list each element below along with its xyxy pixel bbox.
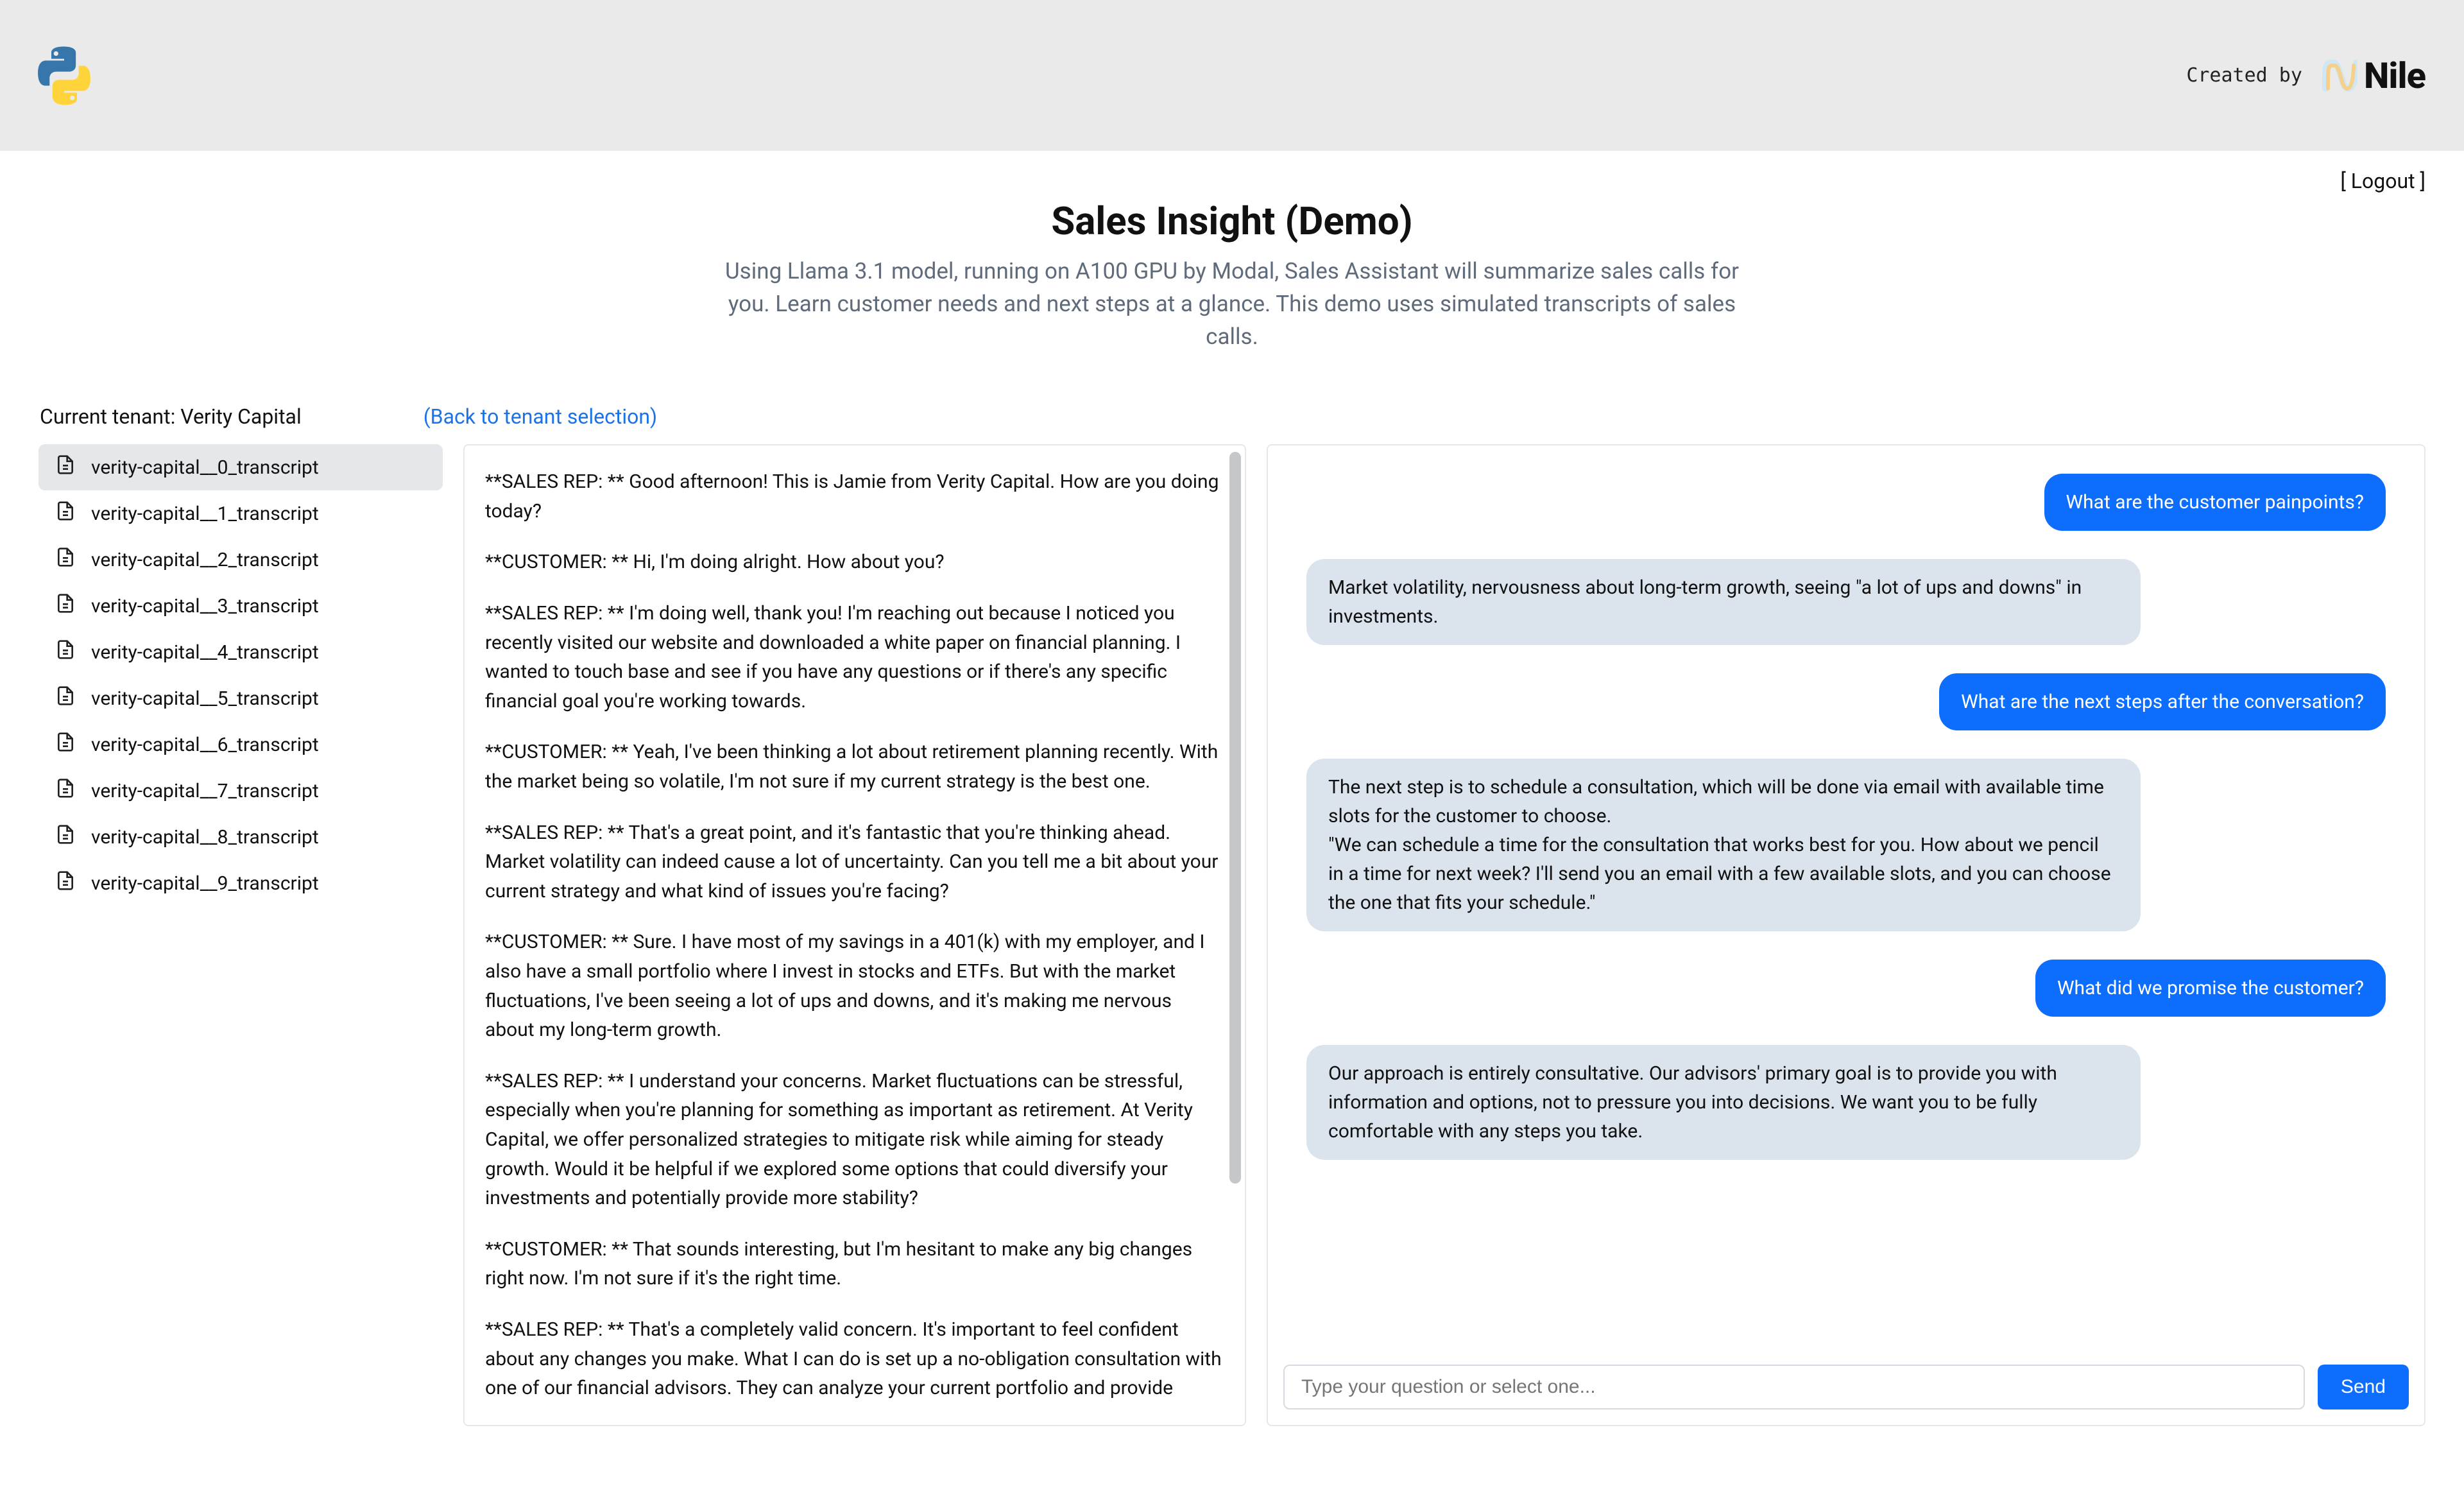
title-block: Sales Insight (Demo) Using Llama 3.1 mod… — [38, 198, 2426, 353]
page-title: Sales Insight (Demo) — [38, 198, 2426, 244]
sidebar-item-transcript[interactable]: verity-capital__0_transcript — [38, 444, 443, 490]
logout-link[interactable]: [ Logout ] — [2340, 169, 2426, 193]
document-icon — [55, 454, 76, 480]
transcript-paragraph: **SALES REP: ** I understand your concer… — [485, 1067, 1224, 1213]
transcript-paragraph: **SALES REP: ** That's a great point, an… — [485, 818, 1224, 906]
chat-message-user: What did we promise the customer? — [2035, 960, 2386, 1017]
nile-mark-icon — [2322, 56, 2357, 95]
main-columns: verity-capital__0_transcript verity-capit… — [38, 444, 2426, 1426]
chat-message-user: What are the customer painpoints? — [2044, 474, 2386, 531]
transcript-paragraph: **CUSTOMER: ** Hi, I'm doing alright. Ho… — [485, 547, 1224, 577]
chat-panel: What are the customer painpoints? Market … — [1267, 444, 2426, 1426]
sidebar-item-transcript[interactable]: verity-capital__5_transcript — [38, 675, 443, 721]
send-button[interactable]: Send — [2318, 1365, 2409, 1409]
sidebar-item-label: verity-capital__0_transcript — [91, 456, 319, 479]
sidebar-item-label: verity-capital__6_transcript — [91, 734, 319, 756]
transcript-panel: **SALES REP: ** Good afternoon! This is … — [463, 444, 1246, 1426]
sidebar-item-transcript[interactable]: verity-capital__7_transcript — [38, 768, 443, 814]
app-shell: Created by Nile [ Logout ] Sales Insight… — [0, 0, 2464, 1491]
sidebar-item-label: verity-capital__8_transcript — [91, 826, 319, 849]
sidebar-item-label: verity-capital__7_transcript — [91, 780, 319, 802]
chat-message-user: What are the next steps after the conver… — [1939, 673, 2386, 730]
chat-input[interactable] — [1283, 1365, 2305, 1409]
transcript-paragraph: **SALES REP: ** Good afternoon! This is … — [485, 467, 1224, 526]
document-icon — [55, 639, 76, 665]
current-tenant-label: Current tenant: Verity Capital — [40, 404, 302, 429]
sidebar-item-transcript[interactable]: verity-capital__9_transcript — [38, 860, 443, 906]
chat-message-assistant: Market volatility, nervousness about lon… — [1306, 559, 2141, 645]
sidebar-item-label: verity-capital__9_transcript — [91, 872, 319, 895]
nile-logo: Nile — [2322, 55, 2426, 97]
page-subtitle: Using Llama 3.1 model, running on A100 G… — [719, 255, 1745, 353]
created-by-label: Created by — [2186, 64, 2302, 87]
sidebar-item-transcript[interactable]: verity-capital__1_transcript — [38, 490, 443, 537]
chat-input-row: Send — [1268, 1352, 2424, 1425]
sidebar-item-label: verity-capital__4_transcript — [91, 641, 319, 664]
back-to-tenant-link[interactable]: (Back to tenant selection) — [424, 404, 657, 429]
document-icon — [55, 547, 76, 573]
nile-brand-name: Nile — [2364, 55, 2426, 97]
chat-message-assistant: The next step is to schedule a consultat… — [1306, 759, 2141, 931]
content-area: [ Logout ] Sales Insight (Demo) Using Ll… — [0, 151, 2464, 1426]
transcript-sidebar: verity-capital__0_transcript verity-capit… — [38, 444, 443, 1426]
sidebar-item-transcript[interactable]: verity-capital__8_transcript — [38, 814, 443, 860]
sidebar-item-label: verity-capital__3_transcript — [91, 595, 319, 617]
transcript-paragraph: **SALES REP: ** That's a completely vali… — [485, 1315, 1224, 1403]
chat-message-assistant: Our approach is entirely consultative. O… — [1306, 1045, 2141, 1160]
python-logo-icon — [32, 44, 96, 108]
document-icon — [55, 824, 76, 850]
document-icon — [55, 501, 76, 526]
topbar: Created by Nile — [0, 0, 2464, 151]
document-icon — [55, 870, 76, 896]
sidebar-item-label: verity-capital__2_transcript — [91, 549, 319, 571]
transcript-paragraph: **CUSTOMER: ** That sounds interesting, … — [485, 1235, 1224, 1293]
tenant-row: Current tenant: Verity Capital (Back to … — [38, 404, 2426, 429]
sidebar-item-label: verity-capital__1_transcript — [91, 503, 319, 525]
sidebar-item-label: verity-capital__5_transcript — [91, 687, 319, 710]
transcript-content: **SALES REP: ** Good afternoon! This is … — [485, 467, 1224, 1403]
sidebar-item-transcript[interactable]: verity-capital__4_transcript — [38, 629, 443, 675]
logout-row: [ Logout ] — [38, 151, 2426, 193]
scrollbar-thumb[interactable] — [1229, 452, 1241, 1184]
chat-messages: What are the customer painpoints? Market … — [1268, 445, 2424, 1352]
document-icon — [55, 685, 76, 711]
sidebar-item-transcript[interactable]: verity-capital__6_transcript — [38, 721, 443, 768]
created-by-wrap: Created by Nile — [2186, 55, 2426, 97]
document-icon — [55, 778, 76, 804]
document-icon — [55, 732, 76, 757]
transcript-paragraph: **CUSTOMER: ** Sure. I have most of my s… — [485, 927, 1224, 1044]
transcript-paragraph: **SALES REP: ** I'm doing well, thank yo… — [485, 599, 1224, 716]
sidebar-item-transcript[interactable]: verity-capital__3_transcript — [38, 583, 443, 629]
document-icon — [55, 593, 76, 619]
sidebar-item-transcript[interactable]: verity-capital__2_transcript — [38, 537, 443, 583]
transcript-paragraph: **CUSTOMER: ** Yeah, I've been thinking … — [485, 737, 1224, 796]
